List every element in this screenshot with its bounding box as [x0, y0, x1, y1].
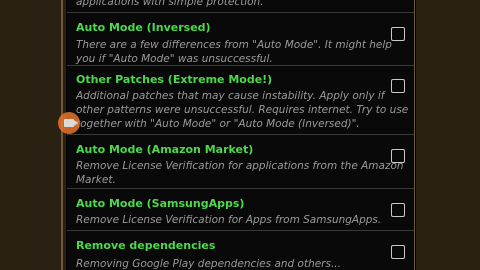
option-description: There are a few differences from "Auto M…: [76, 39, 392, 51]
option-description: together with "Auto Mode" or "Auto Mode …: [76, 118, 360, 130]
option-title: Remove dependencies: [76, 239, 216, 252]
option-description: Market.: [76, 174, 116, 186]
option-simple-protection[interactable]: applications with simple protection.: [67, 0, 414, 13]
remove-dependencies-checkbox[interactable]: [391, 245, 405, 259]
camera-glyph: [64, 119, 78, 127]
side-backdrop-left: [0, 0, 66, 270]
auto-mode-inversed-checkbox[interactable]: [391, 27, 405, 41]
option-other-patches-extreme[interactable]: Other Patches (Extreme Mode!) Additional…: [67, 66, 414, 135]
option-description: you if "Auto Mode" was unsuccessful.: [76, 53, 273, 65]
option-remove-dependencies[interactable]: Remove dependencies Removing Google Play…: [67, 231, 414, 270]
option-auto-mode-samsungapps[interactable]: Auto Mode (SamsungApps) Remove License V…: [67, 189, 414, 231]
option-auto-mode-inversed[interactable]: Auto Mode (Inversed) There are a few dif…: [67, 13, 414, 66]
video-camera-icon[interactable]: [58, 112, 80, 134]
screen: applications with simple protection. Aut…: [0, 0, 480, 270]
option-title: Other Patches (Extreme Mode!): [76, 73, 273, 86]
other-patches-checkbox[interactable]: [391, 79, 405, 93]
option-description: other patterns were unsuccessful. Requir…: [76, 104, 409, 116]
dialog-edge-left: [61, 0, 63, 270]
auto-mode-amazon-checkbox[interactable]: [391, 149, 405, 163]
option-auto-mode-amazon[interactable]: Auto Mode (Amazon Market) Remove License…: [67, 135, 414, 189]
option-description: Remove License Verification for applicat…: [76, 160, 404, 172]
side-backdrop-right: [416, 0, 480, 270]
option-description: Additional patches that may cause instab…: [76, 90, 385, 102]
option-title: Auto Mode (Inversed): [76, 21, 211, 34]
patch-options-list: applications with simple protection. Aut…: [67, 0, 414, 270]
auto-mode-samsungapps-checkbox[interactable]: [391, 203, 405, 217]
option-title: Auto Mode (Amazon Market): [76, 143, 254, 156]
option-description: Removing Google Play dependencies and ot…: [76, 258, 341, 270]
option-description: Remove License Verification for Apps fro…: [76, 214, 382, 226]
option-title: Auto Mode (SamsungApps): [76, 197, 245, 210]
option-description: applications with simple protection.: [76, 0, 264, 8]
